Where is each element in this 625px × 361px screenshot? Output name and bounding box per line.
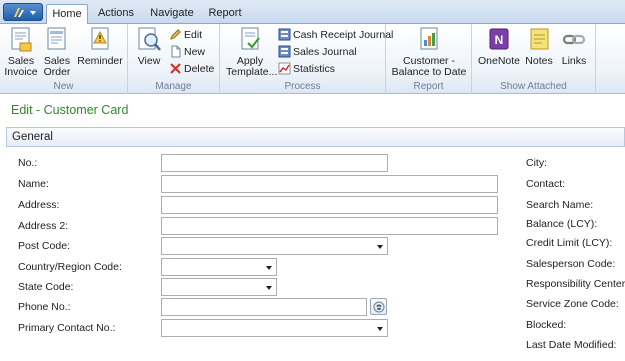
chevron-down-icon xyxy=(266,266,272,270)
responsibility-center-label: Responsibility Center: xyxy=(526,278,625,290)
view-button[interactable]: View xyxy=(134,26,164,67)
links-label: Links xyxy=(561,55,587,67)
ribbon-group-new: Sales Invoice Sales Order Reminder New xyxy=(0,24,128,94)
apply-template-icon xyxy=(241,27,260,50)
apply-template-label-2: Template... xyxy=(226,66,278,78)
ribbon: Sales Invoice Sales Order Reminder New V… xyxy=(0,24,625,94)
post-code-select[interactable] xyxy=(161,237,388,255)
notes-button[interactable]: Notes xyxy=(523,26,555,67)
view-label: View xyxy=(137,55,161,67)
country-region-code-select[interactable] xyxy=(161,258,277,276)
statistics-label: Statistics xyxy=(293,63,336,75)
last-date-modified-label: Last Date Modified: xyxy=(526,339,617,351)
reminder-label: Reminder xyxy=(77,55,123,67)
onenote-label: OneNote xyxy=(478,55,521,67)
application-menu-button[interactable] xyxy=(3,3,43,21)
customer-balance-to-date-button[interactable]: Customer - Balance to Date xyxy=(390,26,468,78)
report-chart-icon xyxy=(420,27,438,50)
page-title: Edit - Customer Card xyxy=(11,103,129,117)
tab-actions[interactable]: Actions xyxy=(94,4,138,24)
city-label: City: xyxy=(526,157,547,169)
manage-group-label: Manage xyxy=(155,81,192,92)
fasttab-general[interactable]: General xyxy=(6,127,625,147)
no-field[interactable] xyxy=(161,154,388,172)
no-label: No.: xyxy=(18,157,38,169)
chevron-down-icon xyxy=(266,286,272,290)
sales-order-label-2: Order xyxy=(43,66,71,78)
new-group-label: New xyxy=(53,81,74,92)
state-code-select[interactable] xyxy=(161,278,277,296)
apply-template-button[interactable]: Apply Template... xyxy=(226,26,278,78)
primary-contact-no-label: Primary Contact No.: xyxy=(18,322,116,334)
phone-icon xyxy=(373,301,385,313)
ribbon-tab-bar: Home Actions Navigate Report xyxy=(0,0,625,25)
address-2-field[interactable] xyxy=(161,217,498,235)
phone-no-field[interactable] xyxy=(161,298,367,316)
show-attached-group-label: Show Attached xyxy=(500,81,567,92)
sales-journal-label: Sales Journal xyxy=(293,46,357,58)
search-name-label: Search Name: xyxy=(526,199,594,211)
onenote-button[interactable]: N OneNote xyxy=(478,26,520,67)
balance-lcy-label: Balance (LCY): xyxy=(526,218,598,230)
sales-invoice-label-2: Invoice xyxy=(4,66,38,78)
credit-limit-lcy-label: Credit Limit (LCY): xyxy=(526,237,613,249)
address-2-label: Address 2: xyxy=(18,220,69,232)
edit-label: Edit xyxy=(184,29,203,41)
report-label-2: Balance to Date xyxy=(391,66,467,78)
ribbon-group-report: Customer - Balance to Date Report xyxy=(386,24,472,94)
new-label: New xyxy=(184,46,206,58)
address-field[interactable] xyxy=(161,196,498,214)
reminder-icon xyxy=(91,27,109,50)
phone-no-label: Phone No.: xyxy=(18,301,71,313)
pencil-icon xyxy=(170,29,181,40)
blocked-label: Blocked: xyxy=(526,319,567,331)
ribbon-group-manage: View Edit New Delete Manage xyxy=(128,24,220,94)
name-field[interactable] xyxy=(161,175,498,193)
primary-contact-no-select[interactable] xyxy=(161,319,388,337)
post-code-label: Post Code: xyxy=(18,240,70,252)
reminder-button[interactable]: Reminder xyxy=(77,26,123,67)
chevron-down-icon xyxy=(377,245,383,249)
fasttab-general-label: General xyxy=(12,131,53,143)
onenote-icon: N xyxy=(489,28,509,50)
service-zone-code-label: Service Zone Code: xyxy=(526,298,619,310)
dynamics-logo-icon xyxy=(14,8,24,17)
address-label: Address: xyxy=(18,199,60,211)
delete-label: Delete xyxy=(184,63,215,75)
ribbon-group-show-attached: N OneNote Notes Links Show Attached xyxy=(472,24,596,94)
statistics-icon xyxy=(278,62,291,75)
svg-text:N: N xyxy=(495,33,504,47)
view-icon xyxy=(138,27,161,51)
tab-navigate[interactable]: Navigate xyxy=(147,4,197,24)
delete-x-icon xyxy=(170,63,181,74)
links-button[interactable]: Links xyxy=(558,26,590,67)
salesperson-code-label: Salesperson Code: xyxy=(526,258,616,270)
links-icon xyxy=(562,34,586,45)
cash-receipt-journal-label: Cash Receipt Journal xyxy=(293,29,394,41)
notes-icon xyxy=(530,28,549,50)
ribbon-group-process: Apply Template... Cash Receipt Journal S… xyxy=(220,24,393,94)
process-group-label: Process xyxy=(284,81,321,92)
sales-invoice-icon xyxy=(11,27,32,52)
sales-order-button[interactable]: Sales Order xyxy=(40,26,74,78)
report-group-label: Report xyxy=(413,81,444,92)
journal-icon xyxy=(278,45,291,58)
chevron-down-icon xyxy=(30,11,36,15)
journal-icon xyxy=(278,28,291,41)
name-label: Name: xyxy=(18,178,49,190)
notes-label: Notes xyxy=(525,55,553,67)
country-region-code-label: Country/Region Code: xyxy=(18,261,122,273)
state-code-label: State Code: xyxy=(18,281,74,293)
tab-report[interactable]: Report xyxy=(205,4,245,24)
sales-invoice-button[interactable]: Sales Invoice xyxy=(4,26,38,78)
phone-dial-button[interactable] xyxy=(370,298,387,315)
chevron-down-icon xyxy=(377,327,383,331)
contact-label: Contact: xyxy=(526,178,566,190)
tab-home[interactable]: Home xyxy=(46,4,88,25)
sales-order-icon xyxy=(47,27,66,50)
new-document-icon xyxy=(171,45,181,58)
